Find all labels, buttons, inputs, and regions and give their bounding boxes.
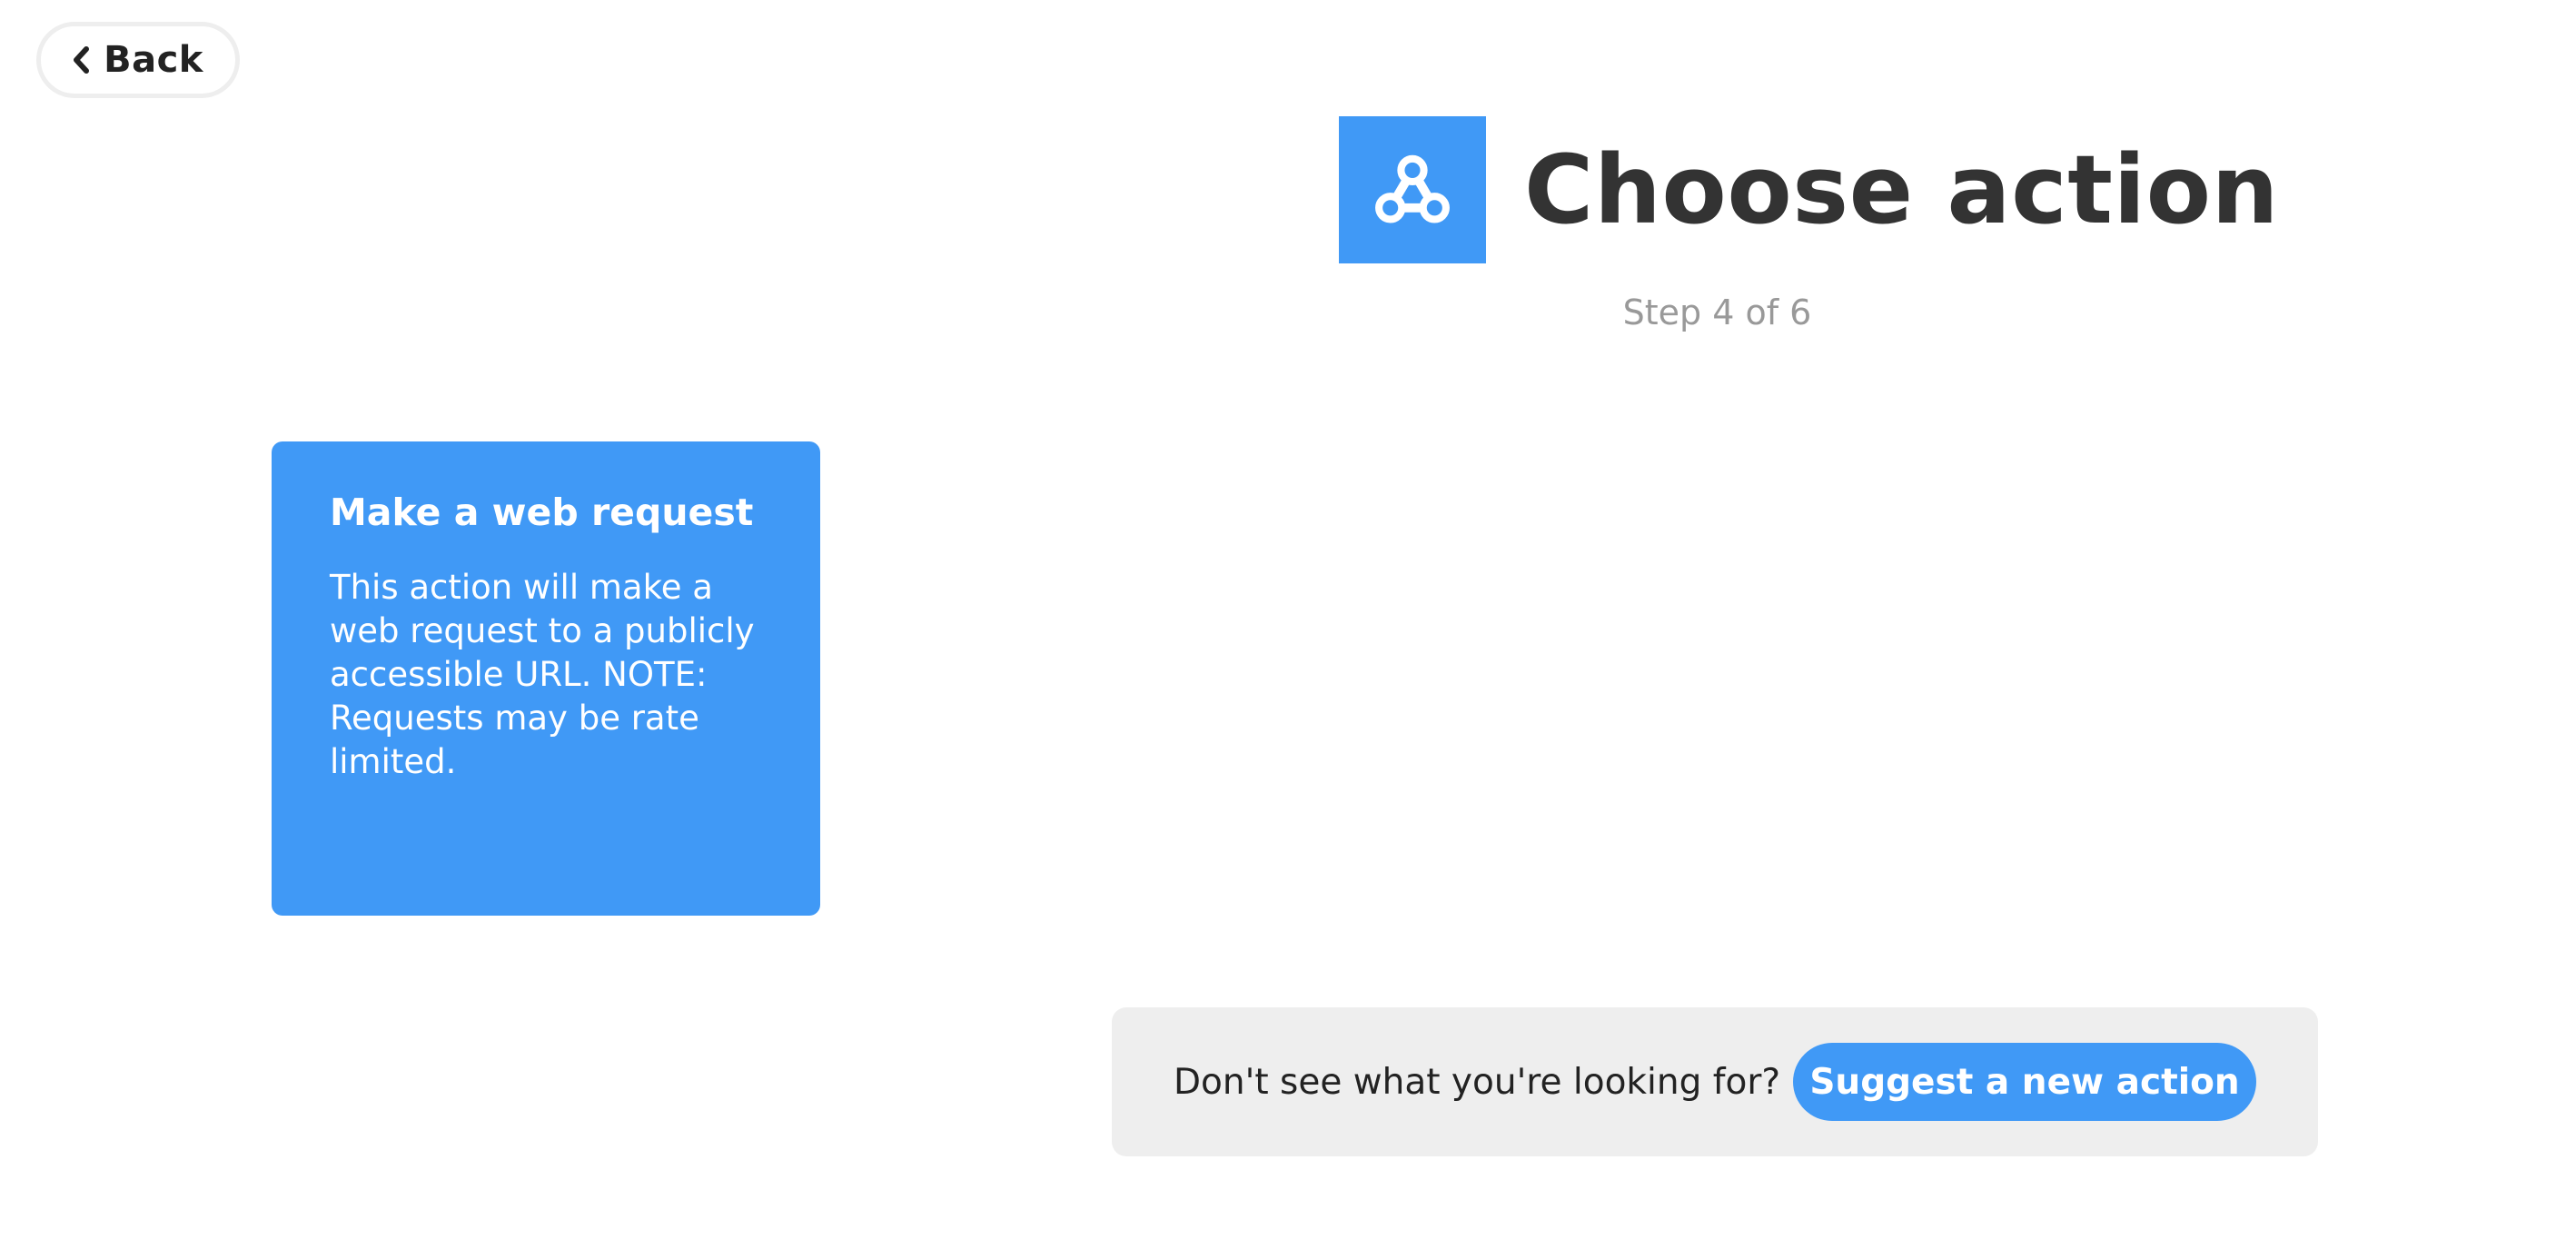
action-card-title: Make a web request: [330, 491, 754, 534]
page-header: Choose action: [1339, 116, 2279, 263]
suggest-action-button[interactable]: Suggest a new action: [1793, 1043, 2256, 1121]
suggest-prompt-text: Don't see what you're looking for?: [1174, 1061, 1781, 1103]
suggest-action-panel: Don't see what you're looking for? Sugge…: [1112, 1007, 2318, 1156]
chevron-left-icon: [74, 46, 90, 74]
service-icon: [1339, 116, 1486, 263]
action-card-web-request[interactable]: Make a web request This action will make…: [272, 441, 820, 916]
action-card-description: This action will make a web request to a…: [330, 568, 755, 782]
back-label: Back: [104, 39, 203, 81]
step-indicator: Step 4 of 6: [1622, 292, 1812, 332]
webhook-icon: [1375, 154, 1450, 223]
back-button[interactable]: Back: [36, 22, 240, 98]
page-title: Choose action: [1524, 134, 2280, 245]
